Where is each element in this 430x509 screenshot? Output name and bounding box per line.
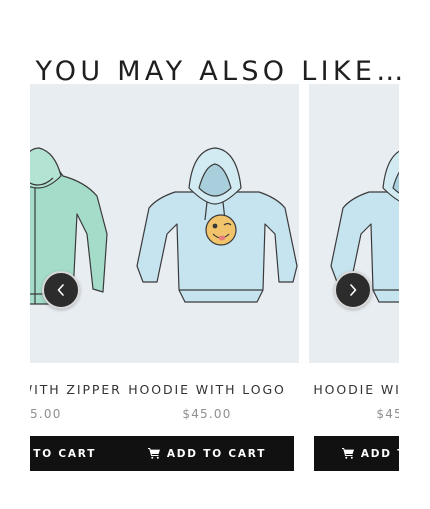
carousel-prev-button[interactable] <box>42 271 80 309</box>
section-heading: YOU MAY ALSO LIKE… <box>35 56 408 88</box>
hoodie-illustration <box>136 147 298 303</box>
cart-icon <box>147 448 160 459</box>
add-to-cart-button[interactable]: ADD TO CART <box>30 436 124 471</box>
product-price: $45.00 <box>376 407 399 421</box>
carousel-next-button[interactable] <box>334 271 372 309</box>
add-to-cart-button[interactable]: ADD TO CART <box>314 436 399 471</box>
add-to-cart-label: ADD TO CART <box>30 447 97 460</box>
product-title[interactable]: HOODIE WITH POCKET <box>309 382 399 397</box>
add-to-cart-button[interactable]: ADD TO CART <box>120 436 294 471</box>
add-to-cart-label: ADD TO CART <box>360 447 399 460</box>
hoodie-illustration <box>330 150 399 303</box>
product-card-hoodie-with-logo[interactable]: HOODIE WITH LOGO $45.00 ADD TO CART <box>115 84 299 484</box>
chevron-right-icon <box>350 284 357 296</box>
cart-icon <box>341 448 354 459</box>
product-image[interactable] <box>309 84 399 363</box>
product-title[interactable]: HOODIE WITH LOGO <box>115 382 299 397</box>
chevron-left-icon <box>57 284 64 296</box>
product-price: $45.00 <box>182 407 232 421</box>
product-image[interactable] <box>115 84 299 363</box>
add-to-cart-label: ADD TO CART <box>166 447 267 460</box>
